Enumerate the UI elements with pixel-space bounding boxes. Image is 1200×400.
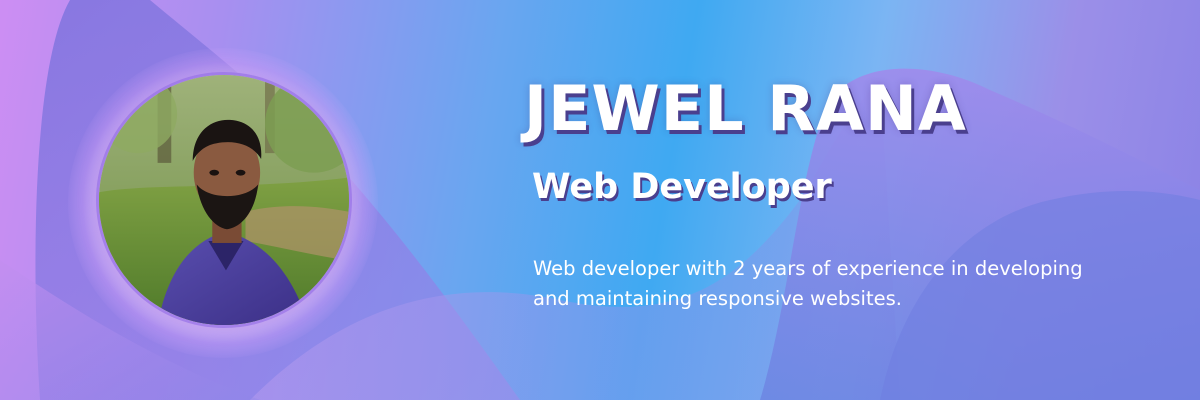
profile-photo-icon: [99, 75, 349, 325]
profile-name: JEWEL RANA: [524, 72, 967, 145]
profile-banner: JEWEL RANA Web Developer Web developer w…: [0, 0, 1200, 400]
profile-bio: Web developer with 2 years of experience…: [533, 257, 1083, 310]
profile-role: Web Developer: [532, 167, 832, 207]
avatar: [96, 72, 352, 328]
